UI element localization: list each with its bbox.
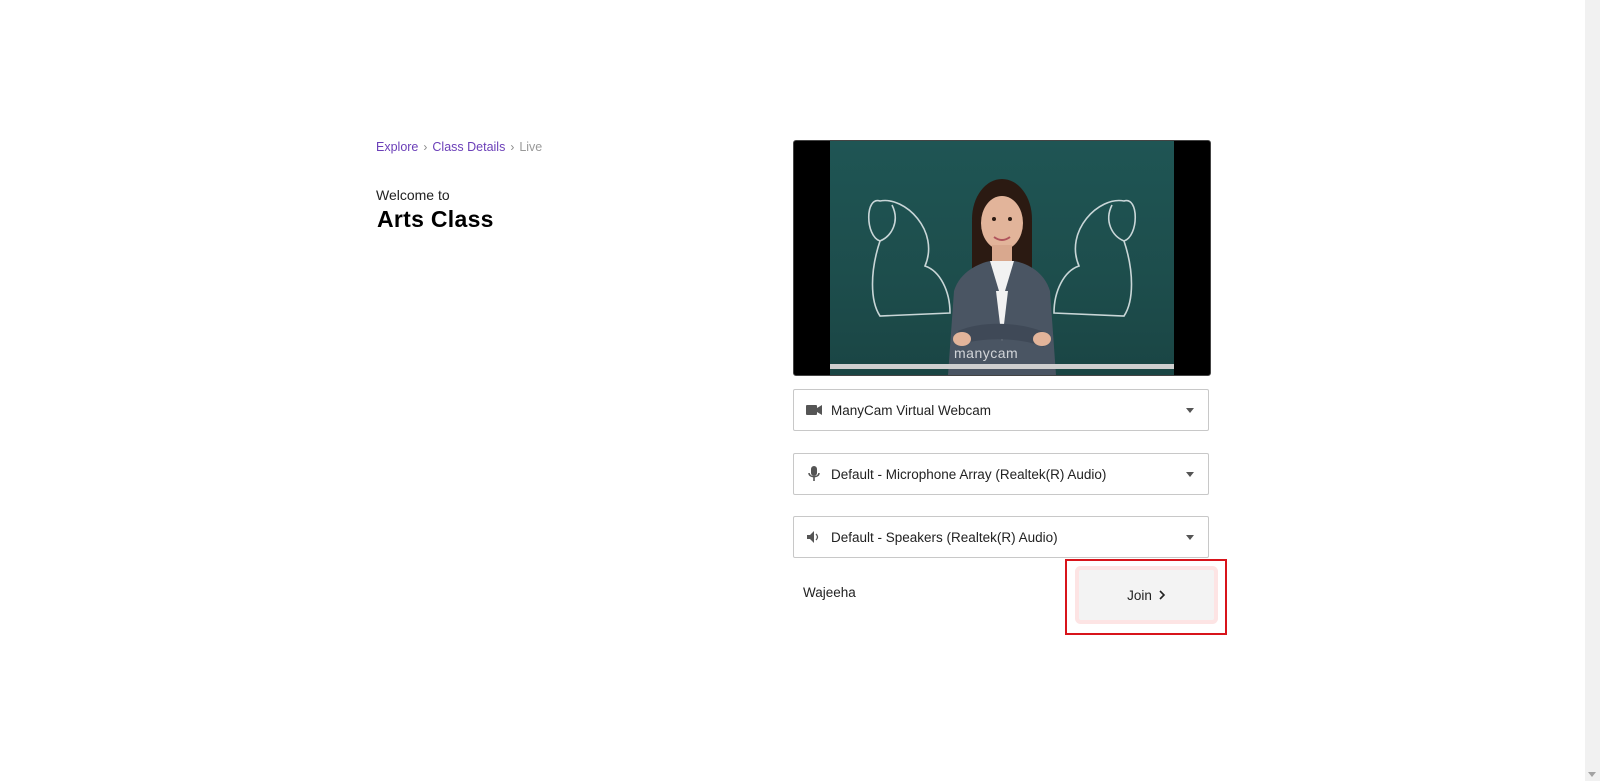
welcome-text: Welcome to (376, 187, 450, 203)
page: Explore › Class Details › Live Welcome t… (0, 0, 1600, 781)
teacher-image (868, 179, 1136, 375)
camera-select[interactable]: ManyCam Virtual Webcam (793, 389, 1209, 431)
breadcrumb: Explore › Class Details › Live (376, 140, 542, 154)
chevron-right-icon: › (423, 140, 428, 154)
microphone-icon (806, 466, 822, 482)
scroll-down-icon[interactable] (1588, 772, 1596, 777)
scrollbar[interactable] (1585, 0, 1600, 781)
video-feed: manycam (830, 141, 1174, 375)
microphone-select-value: Default - Microphone Array (Realtek(R) A… (831, 466, 1107, 482)
video-camera-icon (806, 402, 822, 418)
join-button-label: Join (1127, 587, 1152, 603)
chevron-down-icon (1186, 407, 1194, 413)
breadcrumb-current: Live (519, 140, 543, 154)
user-name: Wajeeha (803, 585, 856, 600)
chevron-right-icon: › (510, 140, 515, 154)
manycam-watermark: manycam (954, 345, 1019, 361)
breadcrumb-class-details[interactable]: Class Details (432, 140, 505, 154)
camera-select-value: ManyCam Virtual Webcam (831, 402, 992, 418)
chalk-rail (830, 364, 1174, 369)
page-title: Arts Class (377, 206, 494, 232)
speaker-select[interactable]: Default - Speakers (Realtek(R) Audio) (793, 516, 1209, 558)
speaker-select-value: Default - Speakers (Realtek(R) Audio) (831, 529, 1058, 545)
join-button[interactable]: Join (1079, 570, 1214, 620)
chevron-right-icon (1158, 588, 1166, 603)
chevron-down-icon (1186, 471, 1194, 477)
video-preview: manycam (793, 140, 1211, 376)
breadcrumb-explore[interactable]: Explore (376, 140, 418, 154)
speaker-icon (806, 529, 822, 545)
microphone-select[interactable]: Default - Microphone Array (Realtek(R) A… (793, 453, 1209, 495)
chevron-down-icon (1186, 534, 1194, 540)
